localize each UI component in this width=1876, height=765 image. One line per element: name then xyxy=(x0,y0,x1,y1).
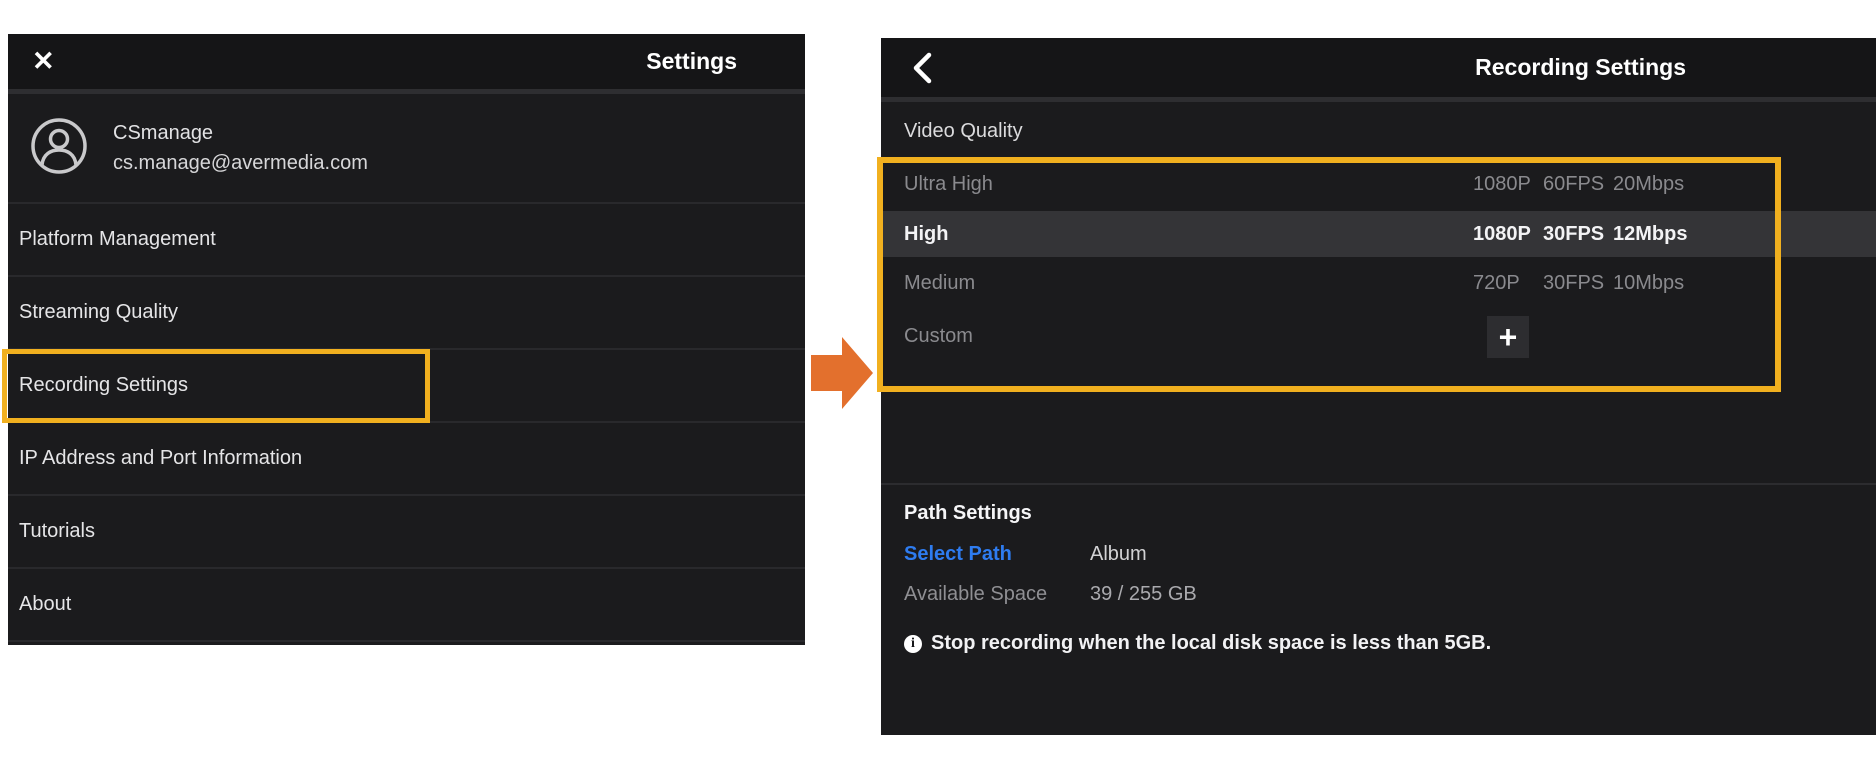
account-text: CSmanage cs.manage@avermedia.com xyxy=(113,122,368,175)
available-space-row: Available Space 39 / 255 GB xyxy=(904,581,1876,607)
info-icon: i xyxy=(904,635,922,653)
available-space-label: Available Space xyxy=(904,581,1047,607)
select-path-link[interactable]: Select Path xyxy=(904,541,1012,567)
settings-panel: ✕ Settings CSmanage cs.manage@avermedia.… xyxy=(8,34,805,645)
recording-settings-header: Recording Settings xyxy=(881,38,1876,102)
select-path-value: Album xyxy=(1090,541,1147,567)
page-title-settings: Settings xyxy=(646,48,737,75)
menu-item-tutorials[interactable]: Tutorials xyxy=(8,494,805,567)
transition-arrow-icon xyxy=(811,337,873,409)
avatar-person-icon xyxy=(30,117,88,180)
disk-space-note-text: Stop recording when the local disk space… xyxy=(931,632,1491,655)
highlight-box-recording-settings xyxy=(2,349,430,423)
disk-space-note-row: i Stop recording when the local disk spa… xyxy=(904,632,1491,655)
highlight-box-video-quality xyxy=(877,157,1781,392)
menu-item-streaming-quality[interactable]: Streaming Quality xyxy=(8,275,805,348)
account-row[interactable]: CSmanage cs.manage@avermedia.com xyxy=(8,94,805,202)
path-section-divider xyxy=(881,483,1876,485)
close-icon[interactable]: ✕ xyxy=(32,48,55,75)
menu-item-label: Platform Management xyxy=(19,228,216,251)
path-settings-section-label: Path Settings xyxy=(904,502,1032,525)
account-name: CSmanage xyxy=(113,122,368,145)
menu-item-ip-address-port[interactable]: IP Address and Port Information xyxy=(8,421,805,494)
menu-item-label: IP Address and Port Information xyxy=(19,447,302,470)
menu-item-platform-management[interactable]: Platform Management xyxy=(8,202,805,275)
arrow-shape xyxy=(811,337,873,409)
menu-item-label: About xyxy=(19,593,71,616)
menu-item-about[interactable]: About xyxy=(8,567,805,640)
settings-header: ✕ Settings xyxy=(8,34,805,94)
available-space-value: 39 / 255 GB xyxy=(1090,581,1197,607)
back-chevron-icon[interactable] xyxy=(911,51,933,85)
menu-item-label: Tutorials xyxy=(19,520,95,543)
video-quality-section-label: Video Quality xyxy=(904,120,1023,143)
menu-bottom-divider xyxy=(8,640,805,642)
account-email: cs.manage@avermedia.com xyxy=(113,152,368,175)
menu-item-label: Streaming Quality xyxy=(19,301,178,324)
page-title-recording-settings: Recording Settings xyxy=(1475,54,1686,81)
screenshot-canvas: ✕ Settings CSmanage cs.manage@avermedia.… xyxy=(0,0,1876,765)
select-path-row: Select Path Album xyxy=(904,541,1876,567)
